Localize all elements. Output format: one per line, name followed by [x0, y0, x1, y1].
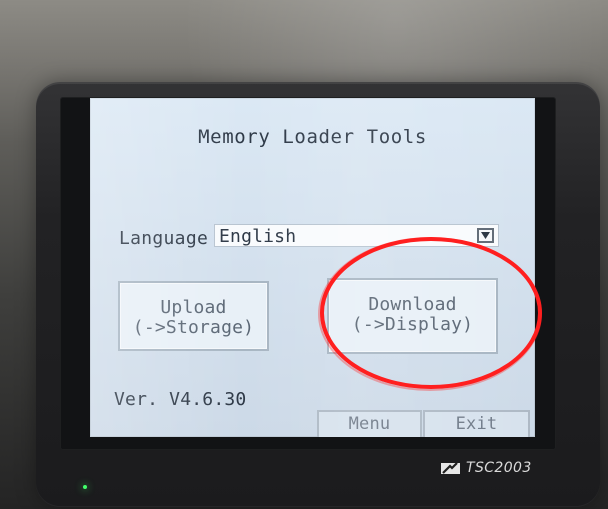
language-select[interactable]: English	[214, 224, 499, 247]
photo-background: Memory Loader Tools Language English Upl…	[0, 0, 608, 509]
brand-logo-icon	[441, 461, 460, 475]
exit-tab[interactable]: Exit	[423, 410, 530, 437]
language-value: English	[219, 226, 297, 247]
status-led	[83, 485, 87, 489]
page-title: Memory Loader Tools	[198, 126, 427, 148]
menu-tab[interactable]: Menu	[317, 410, 422, 437]
touch-screen: Memory Loader Tools Language English Upl…	[90, 98, 535, 437]
download-button[interactable]: Download (->Display)	[327, 278, 498, 354]
device-brand: TSC2003	[441, 460, 532, 476]
version-text: Ver. V4.6.30	[114, 389, 247, 410]
upload-button-label: Upload (->Storage)	[132, 297, 255, 338]
brand-text: TSC2003	[466, 460, 532, 476]
upload-button[interactable]: Upload (->Storage)	[118, 281, 269, 351]
download-button-label: Download (->Display)	[351, 294, 474, 335]
screen-glare	[90, 98, 535, 437]
language-label: Language	[119, 228, 209, 249]
chevron-down-icon[interactable]	[477, 228, 494, 243]
